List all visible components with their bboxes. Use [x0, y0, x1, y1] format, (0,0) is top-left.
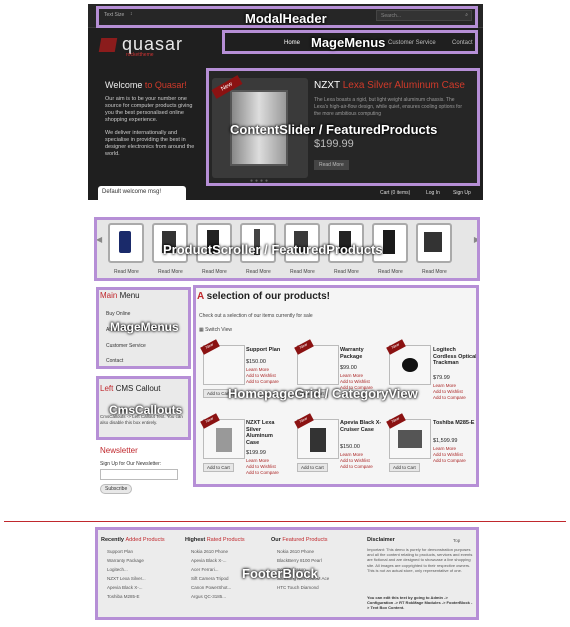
newsletter-label: Sign Up for Our Newsletter: [100, 461, 162, 467]
annotation-product-scroller: ProductScroller / FeaturedProducts [94, 217, 480, 281]
logo-tagline: rockettheme [126, 52, 154, 58]
annotation-label: CmsCallouts [109, 403, 183, 417]
annotation-mage-menus-top: MageMenus [222, 30, 478, 54]
annotation-label: MageMenus [110, 320, 179, 334]
annotation-label: FooterBlock [242, 566, 318, 581]
account-bar: Cart (0 items) Log In Sign Up [88, 186, 483, 200]
subscribe-button[interactable]: Subscribe [100, 484, 133, 494]
newsletter-email-input[interactable] [100, 469, 178, 480]
signup-link[interactable]: Sign Up [453, 190, 471, 196]
welcome-para-2: We deliver internationally and specialis… [105, 130, 195, 157]
annotation-modal-header: ModalHeader [96, 6, 478, 28]
annotation-homepage-grid: HomepageGrid / CategoryView [193, 285, 479, 487]
annotation-label: ContentSlider / FeaturedProducts [230, 122, 438, 137]
welcome-para-1: Our aim is to be your number one source … [105, 96, 193, 123]
cart-link[interactable]: Cart (0 items) [380, 190, 410, 196]
annotation-label: HomepageGrid / CategoryView [228, 386, 418, 401]
page: Text Size ↕ Search... ⌕ quasar rocketthe… [0, 0, 570, 627]
logo-mark-icon [98, 38, 118, 52]
annotation-label: ProductScroller / FeaturedProducts [163, 242, 383, 257]
welcome-block: Welcome to Quasar! Our aim is to be your… [105, 80, 200, 158]
welcome-title: Welcome to Quasar! [105, 80, 200, 90]
annotation-label: ModalHeader [245, 11, 327, 26]
newsletter-title: Newsletter [100, 446, 138, 455]
logo[interactable]: quasar rockettheme [98, 34, 200, 58]
footer-divider [4, 521, 566, 522]
annotation-content-slider: ContentSlider / FeaturedProducts [206, 68, 480, 186]
welcome-title-prefix: Welcome [105, 80, 143, 90]
annotation-cms-callouts: CmsCallouts [96, 376, 191, 440]
annotation-mage-menus-side: MageMenus [96, 287, 191, 369]
annotation-footer-block: FooterBlock [95, 527, 479, 620]
annotation-label: MageMenus [311, 35, 386, 50]
welcome-title-brand: to Quasar! [144, 80, 187, 90]
login-link[interactable]: Log In [426, 190, 440, 196]
